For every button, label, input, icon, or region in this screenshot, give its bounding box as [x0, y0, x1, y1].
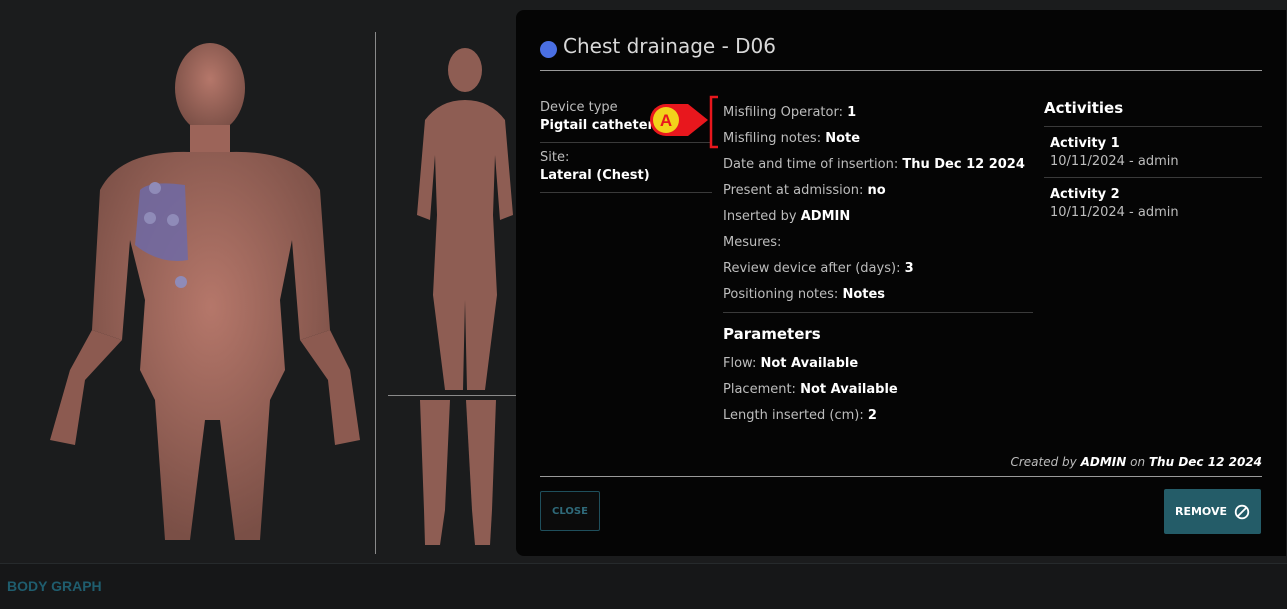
site-field: Site: Lateral (Chest): [540, 149, 712, 193]
remove-button-label: REMOVE: [1174, 505, 1227, 518]
back-body-figure[interactable]: [395, 45, 515, 390]
parameter-label: Placement:: [723, 382, 801, 397]
device-details-column: Misfiling Operator: 1 Misfiling notes: N…: [723, 98, 1033, 427]
detail-row-misfiling-notes: Misfiling notes: Note: [723, 124, 1033, 150]
activity-meta: 10/11/2024 - admin: [1050, 205, 1179, 220]
activity-title: Activity 1: [1050, 136, 1120, 151]
detail-label: Inserted by: [723, 209, 801, 224]
detail-value: no: [867, 183, 886, 198]
section-divider: [723, 312, 1033, 313]
detail-row-positioning-notes: Positioning notes: Notes: [723, 280, 1033, 306]
parameters-heading: Parameters: [723, 325, 821, 343]
created-date: Thu Dec 12 2024: [1148, 455, 1262, 469]
detail-value: Note: [825, 131, 861, 146]
status-dot-icon: [540, 41, 557, 58]
activities-heading: Activities: [1044, 98, 1262, 127]
detail-label: Mesures:: [723, 235, 782, 250]
activity-meta: 10/11/2024 - admin: [1050, 154, 1179, 169]
chest-drainage-site-marker: [135, 183, 188, 261]
site-value: Lateral (Chest): [540, 168, 650, 183]
detail-value: Thu Dec 12 2024: [902, 157, 1025, 172]
legs-figure[interactable]: [400, 400, 516, 550]
activity-title: Activity 2: [1050, 187, 1120, 202]
modal-header: Chest drainage - D06: [540, 34, 1262, 71]
detail-row-inserted-by: Inserted by ADMIN: [723, 202, 1033, 228]
detail-label: Misfiling notes:: [723, 131, 826, 146]
detail-row-misfiling-operator: Misfiling Operator: 1: [723, 98, 1033, 124]
parameter-label: Flow:: [723, 356, 761, 371]
annotation-letter: A: [660, 111, 672, 130]
parameter-row-placement: Placement: Not Available: [723, 375, 1033, 401]
body-graph-tab[interactable]: BODY GRAPH: [7, 578, 102, 594]
created-by-line: Created by ADMIN on Thu Dec 12 2024: [1010, 455, 1262, 469]
parameter-row-flow: Flow: Not Available: [723, 349, 1033, 375]
parameter-row-length-inserted: Length inserted (cm): 2: [723, 401, 1033, 427]
detail-value: Notes: [842, 287, 886, 302]
parameter-value: Not Available: [760, 356, 859, 371]
detail-row-review-after: Review device after (days): 3: [723, 254, 1033, 280]
activities-column: Activities Activity 1 10/11/2024 - admin…: [1044, 98, 1262, 228]
created-middle: on: [1126, 455, 1149, 469]
detail-value: 1: [847, 105, 857, 120]
view-divider-vertical: [375, 32, 376, 554]
created-user: ADMIN: [1080, 455, 1127, 469]
detail-label: Misfiling Operator:: [723, 105, 848, 120]
ban-icon: [1234, 504, 1250, 519]
parameter-label: Length inserted (cm):: [723, 408, 868, 423]
close-button[interactable]: CLOSE: [540, 491, 600, 531]
parameter-value: Not Available: [800, 382, 898, 397]
modal-title: Chest drainage - D06: [563, 34, 777, 58]
footer-bar: BODY GRAPH: [0, 563, 1287, 609]
site-label: Site:: [540, 150, 570, 165]
annotation-badge-icon: A: [650, 104, 708, 136]
remove-button[interactable]: REMOVE: [1164, 489, 1261, 534]
detail-label: Date and time of insertion:: [723, 157, 903, 172]
detail-row-mesures: Mesures:: [723, 228, 1033, 254]
detail-row-insertion-date: Date and time of insertion: Thu Dec 12 2…: [723, 150, 1033, 176]
detail-label: Positioning notes:: [723, 287, 843, 302]
detail-value: ADMIN: [800, 209, 851, 224]
close-button-label: CLOSE: [552, 505, 588, 517]
device-detail-modal: Chest drainage - D06 Device type Pigtail…: [516, 10, 1286, 556]
created-prefix: Created by: [1010, 455, 1081, 469]
parameter-value: 2: [867, 408, 877, 423]
detail-label: Review device after (days):: [723, 261, 905, 276]
footer-divider: [540, 476, 1262, 477]
activity-item[interactable]: Activity 2 10/11/2024 - admin: [1044, 178, 1262, 228]
front-body-figure[interactable]: [30, 40, 360, 545]
detail-value: 3: [904, 261, 914, 276]
detail-row-present-at-admission: Present at admission: no: [723, 176, 1033, 202]
detail-label: Present at admission:: [723, 183, 868, 198]
activity-item[interactable]: Activity 1 10/11/2024 - admin: [1044, 127, 1262, 178]
view-divider-horizontal: [388, 395, 516, 396]
